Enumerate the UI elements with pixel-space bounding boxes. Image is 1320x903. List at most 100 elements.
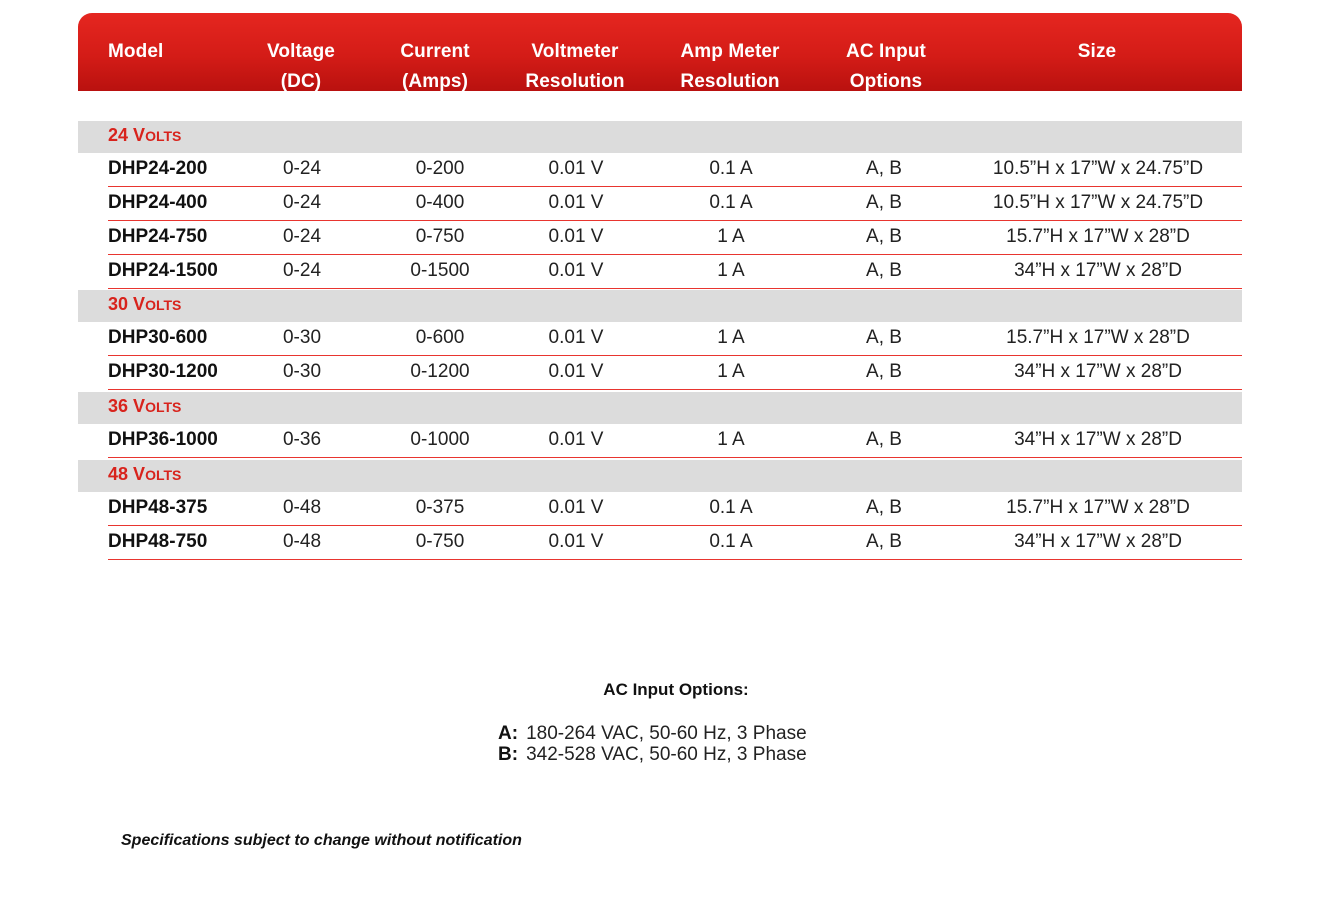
size-cell: 34”H x 17”W x 28”D <box>1014 429 1182 450</box>
size-cell: 34”H x 17”W x 28”D <box>1014 260 1182 281</box>
column-header-line: (DC) <box>280 71 322 92</box>
ampmeter-cell: 1 A <box>717 226 745 247</box>
group-unit-rest: OLTS <box>145 399 182 415</box>
model-cell: DHP48-750 <box>108 531 208 552</box>
size-cell: 34”H x 17”W x 28”D <box>1014 531 1182 552</box>
voltmeter-cell: 0.01 V <box>548 429 604 450</box>
current-cell: 0-1000 <box>410 429 470 450</box>
column-header-line: AC Input <box>846 41 926 62</box>
ac-cell: A, B <box>866 192 902 213</box>
group-label: 24 VOLTS <box>108 125 181 146</box>
group-unit-initial: V <box>133 125 146 145</box>
column-header-line: (Amps) <box>401 71 469 92</box>
column-header: Size <box>1078 37 1116 67</box>
voltage-cell: 0-36 <box>282 429 322 450</box>
group-band: 24 VOLTS <box>78 121 1242 153</box>
model-cell: DHP24-750 <box>108 226 208 247</box>
ac-option-sep: : <box>511 723 519 744</box>
ac-options-title: AC Input Options: <box>603 680 749 699</box>
voltage-cell: 0-24 <box>282 192 322 213</box>
current-cell: 0-750 <box>415 531 465 552</box>
voltmeter-cell: 0.01 V <box>548 497 604 518</box>
ampmeter-cell: 0.1 A <box>709 497 753 518</box>
group-label: 30 VOLTS <box>108 294 181 315</box>
ac-option-b: B: 342-528 VAC, 50-60 Hz, 3 Phase <box>498 744 807 766</box>
ac-cell: A, B <box>866 361 902 382</box>
ac-option-key: B <box>498 744 512 765</box>
column-header-line: Voltage <box>267 41 335 62</box>
group-voltage: 48 <box>108 464 129 484</box>
model-cell: DHP30-1200 <box>108 361 218 382</box>
ampmeter-cell: 1 A <box>717 429 745 450</box>
group-unit-initial: V <box>133 464 146 484</box>
voltage-cell: 0-30 <box>282 361 322 382</box>
ac-option-sep: : <box>511 744 519 765</box>
voltmeter-cell: 0.01 V <box>548 260 604 281</box>
size-cell: 15.7”H x 17”W x 28”D <box>1006 327 1190 348</box>
ampmeter-cell: 0.1 A <box>709 531 753 552</box>
column-header-line: Resolution <box>525 71 625 92</box>
column-header: Current (Amps) <box>400 37 469 97</box>
current-cell: 0-1500 <box>410 260 470 281</box>
column-header-line: Options <box>849 71 923 92</box>
group-unit-rest: OLTS <box>145 128 182 144</box>
table-row: DHP24-400 0-24 0-400 0.01 V 0.1 A A, B 10.5”H … <box>108 187 1242 221</box>
column-header-line: Voltmeter <box>531 41 619 62</box>
model-cell: DHP24-1500 <box>108 260 218 281</box>
group-band: 48 VOLTS <box>78 460 1242 492</box>
ac-cell: A, B <box>866 260 902 281</box>
column-header-line: Resolution <box>680 71 780 92</box>
current-cell: 0-375 <box>415 497 465 518</box>
voltmeter-cell: 0.01 V <box>548 531 604 552</box>
footnote: Specifications subject to change without… <box>121 832 522 849</box>
table-row: DHP48-375 0-48 0-375 0.01 V 0.1 A A, B 15.7”H … <box>108 492 1242 526</box>
ampmeter-cell: 0.1 A <box>709 158 753 179</box>
column-header: AC Input Options <box>846 37 926 97</box>
voltage-cell: 0-30 <box>282 327 322 348</box>
current-cell: 0-600 <box>415 327 465 348</box>
voltmeter-cell: 0.01 V <box>548 361 604 382</box>
voltage-cell: 0-24 <box>282 158 322 179</box>
current-cell: 0-1200 <box>410 361 470 382</box>
ac-option-key: A <box>498 723 512 744</box>
group-label: 36 VOLTS <box>108 396 181 417</box>
table-row: DHP30-1200 0-30 0-1200 0.01 V 1 A A, B 34”H x … <box>108 356 1242 390</box>
group-band: 36 VOLTS <box>78 392 1242 424</box>
model-cell: DHP48-375 <box>108 497 208 518</box>
ac-cell: A, B <box>866 327 902 348</box>
voltage-cell: 0-48 <box>282 531 322 552</box>
voltmeter-cell: 0.01 V <box>548 226 604 247</box>
table-row: DHP24-750 0-24 0-750 0.01 V 1 A A, B 15.7”H x … <box>108 221 1242 255</box>
size-cell: 15.7”H x 17”W x 28”D <box>1006 226 1190 247</box>
model-cell: DHP36-1000 <box>108 429 218 450</box>
ac-option-a: A: 180-264 VAC, 50-60 Hz, 3 Phase <box>498 723 807 745</box>
column-header: Voltmeter Resolution <box>525 37 624 97</box>
ac-option-text: 180-264 VAC, 50-60 Hz, 3 Phase <box>526 723 807 744</box>
group-voltage: 24 <box>108 125 129 145</box>
voltmeter-cell: 0.01 V <box>548 327 604 348</box>
ac-cell: A, B <box>866 531 902 552</box>
current-cell: 0-200 <box>415 158 465 179</box>
column-header-line: Model <box>108 41 164 62</box>
ac-cell: A, B <box>866 497 902 518</box>
ampmeter-cell: 1 A <box>717 327 745 348</box>
column-header-line: Size <box>1077 41 1117 62</box>
model-cell: DHP24-400 <box>108 192 208 213</box>
ac-cell: A, B <box>866 429 902 450</box>
voltmeter-cell: 0.01 V <box>548 192 604 213</box>
ampmeter-cell: 1 A <box>717 361 745 382</box>
size-cell: 15.7”H x 17”W x 28”D <box>1006 497 1190 518</box>
voltage-cell: 0-48 <box>282 497 322 518</box>
table-row: DHP24-1500 0-24 0-1500 0.01 V 1 A A, B 34”H x … <box>108 255 1242 289</box>
model-cell: DHP24-200 <box>108 158 208 179</box>
ac-cell: A, B <box>866 226 902 247</box>
ac-cell: A, B <box>866 158 902 179</box>
table-row: DHP30-600 0-30 0-600 0.01 V 1 A A, B 15.7”H x … <box>108 322 1242 356</box>
table-row: DHP24-200 0-24 0-200 0.01 V 0.1 A A, B 10.5”H … <box>108 153 1242 187</box>
model-cell: DHP30-600 <box>108 327 208 348</box>
column-header: Voltage (DC) <box>267 37 335 97</box>
voltmeter-cell: 0.01 V <box>548 158 604 179</box>
voltage-cell: 0-24 <box>282 226 322 247</box>
column-header-line: Current <box>400 41 470 62</box>
column-header-line: Amp Meter <box>680 41 780 62</box>
